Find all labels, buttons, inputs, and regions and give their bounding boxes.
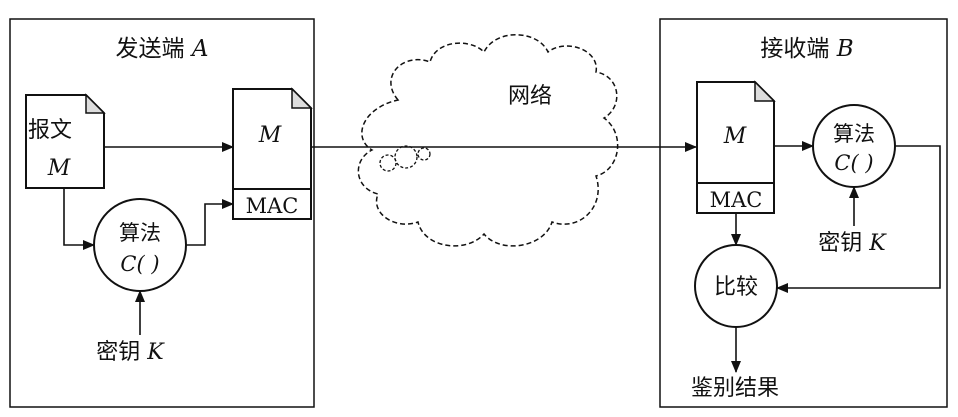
receiver-doc-variable: M xyxy=(723,124,747,149)
network-label: 网络 xyxy=(508,84,552,109)
sender-key-label: 密钥 K xyxy=(96,340,165,365)
receiver-title: 接收端 B xyxy=(760,36,853,62)
receiver-key-label: 密钥 K xyxy=(818,231,887,256)
receiver-algo-label: 算法 xyxy=(833,122,875,146)
receiver-panel: 接收端 B M MAC 算法 C( ) 密钥 K 比较 鉴别结果 xyxy=(659,18,948,408)
arrow-message-to-algo xyxy=(63,188,95,250)
sender-doc-variable: M xyxy=(258,123,282,148)
arrow-algo-to-mac xyxy=(186,199,234,246)
compare-label: 比较 xyxy=(714,275,758,300)
result-label: 鉴别结果 xyxy=(691,376,779,401)
sender-algorithm-node: 算法 C( ) xyxy=(93,198,187,292)
sender-panel: 发送端 A 报文 M M MAC 算法 C( ) 密钥 K xyxy=(9,18,315,408)
sender-mac-label: MAC xyxy=(246,194,299,218)
sender-mac-document: M MAC xyxy=(232,87,313,220)
mac-authentication-diagram: 发送端 A 报文 M M MAC 算法 C( ) 密钥 K 网络 接收端 B M… xyxy=(9,18,948,408)
message-label: 报文 xyxy=(28,118,72,143)
receiver-mac-label: MAC xyxy=(710,188,763,212)
receiver-algorithm-node: 算法 C( ) xyxy=(812,104,896,188)
network-cloud: 网络 xyxy=(357,34,619,247)
sender-title: 发送端 A xyxy=(116,36,209,62)
sender-algo-label: 算法 xyxy=(119,221,161,245)
receiver-algo-func: C( ) xyxy=(834,151,873,175)
sender-algo-func: C( ) xyxy=(120,252,159,276)
receiver-mac-document: M MAC xyxy=(696,80,776,214)
compare-node: 比较 xyxy=(694,244,778,328)
sender-message-document: 报文 M xyxy=(25,93,106,189)
message-variable: M xyxy=(47,156,71,181)
